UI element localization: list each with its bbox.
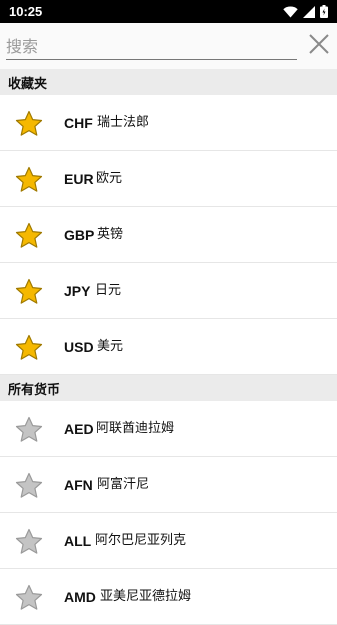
battery-icon xyxy=(320,5,328,18)
currency-name: 英镑 xyxy=(97,227,124,242)
currency-row-eur[interactable]: EUR 欧元 xyxy=(0,151,337,207)
currency-code: USD xyxy=(64,339,94,355)
star-shape xyxy=(15,528,43,554)
star-shape xyxy=(15,472,43,498)
wifi-icon xyxy=(283,6,298,18)
star-shape xyxy=(15,166,43,192)
currency-row-afn[interactable]: AFN 阿富汗尼 xyxy=(0,457,337,513)
currency-row-amd[interactable]: AMD 亚美尼亚德拉姆 xyxy=(0,569,337,625)
favorites-title: 收藏夹 xyxy=(8,76,48,92)
status-bar: 10:25 xyxy=(0,0,337,23)
status-icons xyxy=(283,5,328,18)
currency-name: 亚美尼亚德拉姆 xyxy=(100,589,192,604)
currency-code: GBP xyxy=(64,227,95,243)
currency-code: AMD xyxy=(64,589,96,605)
currency-code: JPY xyxy=(64,283,91,299)
currency-row-chf[interactable]: CHF 瑞士法郎 xyxy=(0,95,337,151)
star-shape xyxy=(15,334,43,360)
star-icon[interactable] xyxy=(15,528,43,556)
currency-code: EUR xyxy=(64,171,94,187)
star-shape xyxy=(15,110,43,136)
star-shape xyxy=(15,222,43,248)
star-icon[interactable] xyxy=(15,110,43,138)
star-icon[interactable] xyxy=(15,334,43,362)
currency-code: AFN xyxy=(64,477,93,493)
currency-row-usd[interactable]: USD 美元 xyxy=(0,319,337,375)
star-shape xyxy=(15,584,43,610)
currency-name: 阿富汗尼 xyxy=(97,477,150,492)
star-icon[interactable] xyxy=(15,416,43,444)
favorites-section-header: 收藏夹 xyxy=(0,69,337,95)
close-icon xyxy=(309,34,329,58)
signal-icon xyxy=(303,5,315,18)
currency-code: CHF xyxy=(64,115,93,131)
star-icon[interactable] xyxy=(15,584,43,612)
star-shape xyxy=(15,278,43,304)
currency-code: ALL xyxy=(64,533,92,549)
currency-name: 阿联酋迪拉姆 xyxy=(96,421,175,436)
star-icon[interactable] xyxy=(15,222,43,250)
search-input[interactable] xyxy=(6,33,297,60)
currency-row-jpy[interactable]: JPY 日元 xyxy=(0,263,337,319)
all-currencies-section-header: 所有货币 xyxy=(0,375,337,401)
star-shape xyxy=(15,416,43,442)
star-icon[interactable] xyxy=(15,278,43,306)
currency-name: 阿尔巴尼亚列克 xyxy=(95,533,187,548)
star-icon[interactable] xyxy=(15,166,43,194)
all-currencies-title: 所有货币 xyxy=(8,382,61,398)
clear-search-button[interactable] xyxy=(306,34,332,58)
currency-code: AED xyxy=(64,421,94,437)
currency-name: 欧元 xyxy=(96,171,123,186)
search-bar xyxy=(0,23,337,69)
star-icon[interactable] xyxy=(15,472,43,500)
status-time: 10:25 xyxy=(9,4,43,19)
currency-name: 瑞士法郎 xyxy=(97,115,150,130)
currency-row-gbp[interactable]: GBP 英镑 xyxy=(0,207,337,263)
currency-name: 美元 xyxy=(97,339,124,354)
currency-row-aed[interactable]: AED 阿联酋迪拉姆 xyxy=(0,401,337,457)
currency-name: 日元 xyxy=(95,283,122,298)
currency-row-all[interactable]: ALL 阿尔巴尼亚列克 xyxy=(0,513,337,569)
